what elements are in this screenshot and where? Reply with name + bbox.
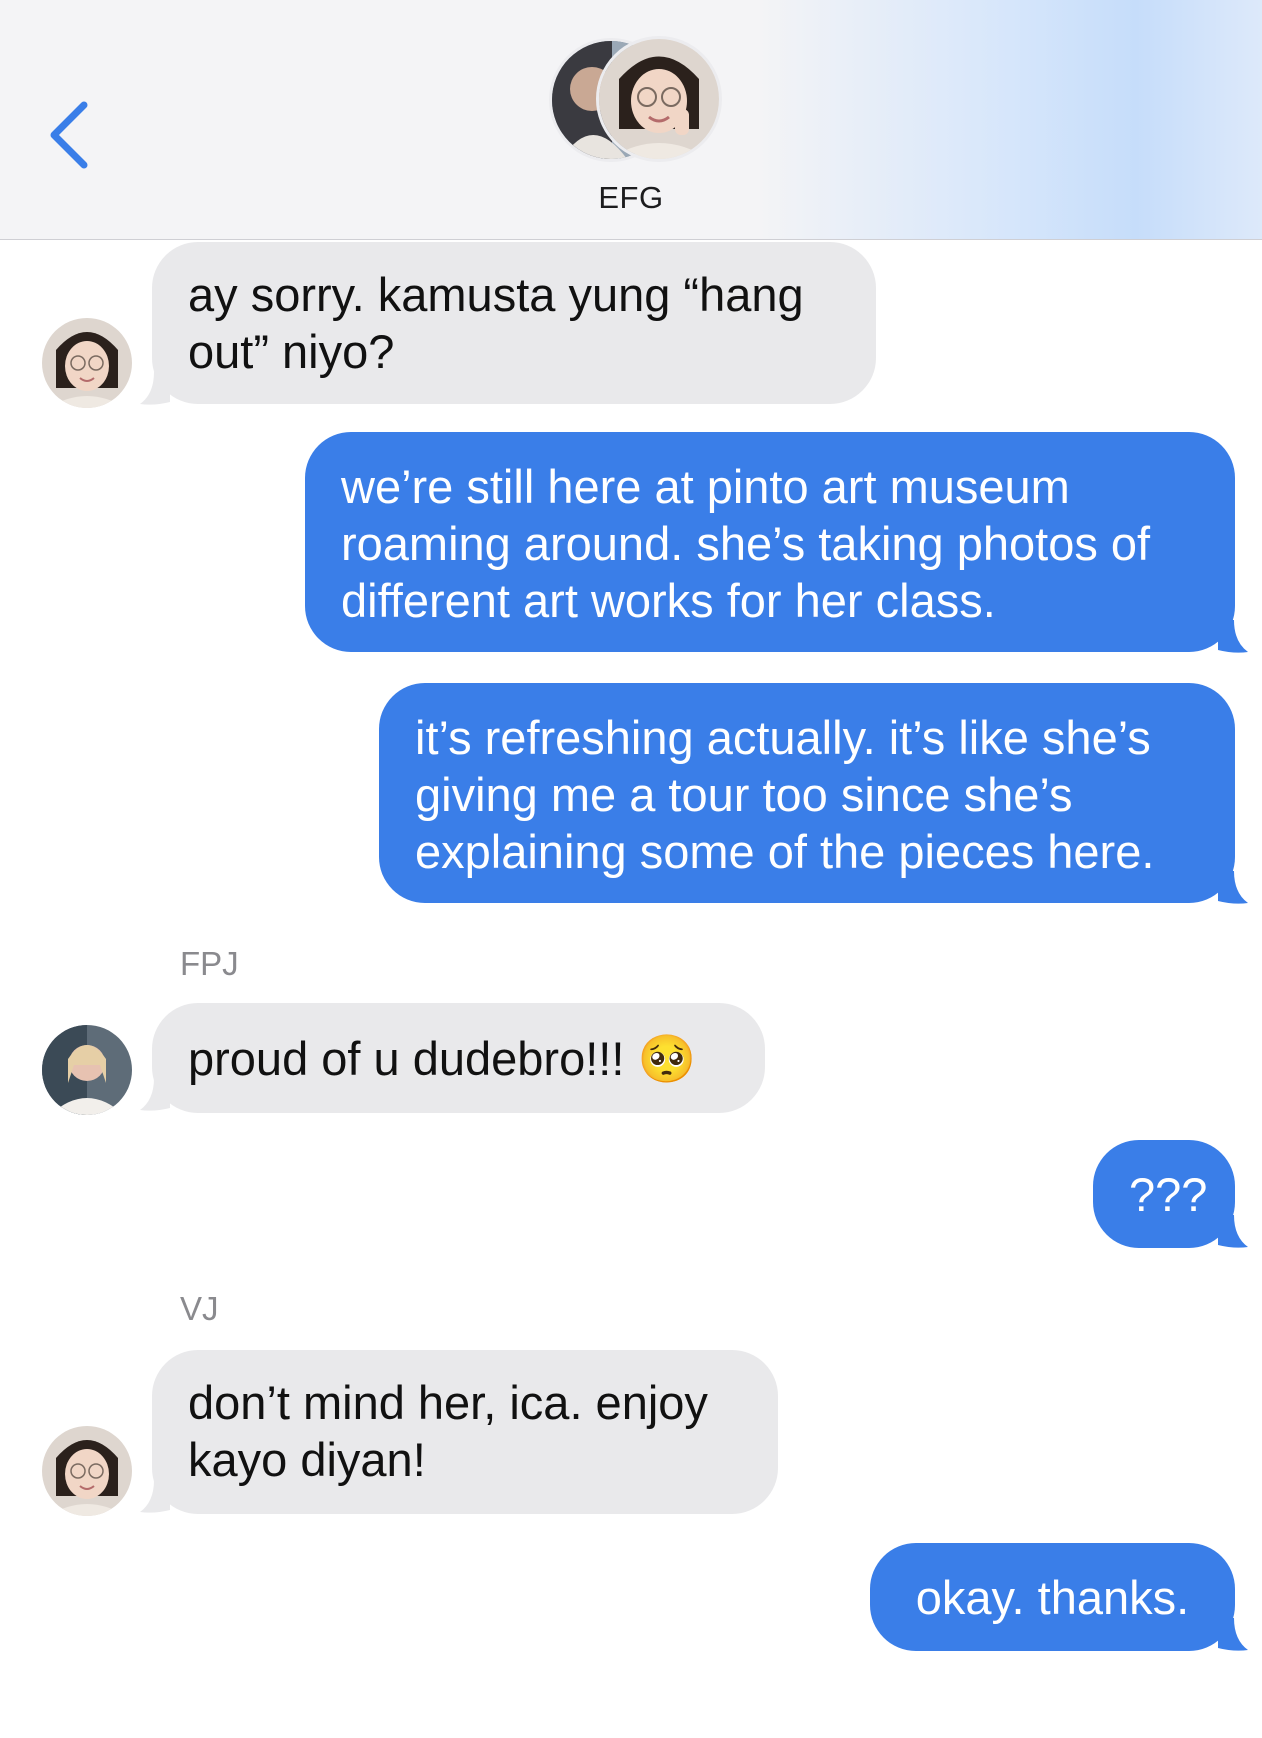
bubble-tail — [1218, 1215, 1248, 1248]
message-bubble-outgoing[interactable]: it’s refreshing actually. it’s like she’… — [379, 683, 1235, 903]
conversation-header: EFG — [0, 0, 1262, 240]
bubble-tail — [1218, 620, 1248, 653]
sender-name: VJ — [180, 1290, 219, 1327]
message-bubble-incoming[interactable]: ay sorry. kamusta yung “hang out” niyo? — [152, 242, 876, 404]
message-bubble-incoming[interactable]: proud of u dudebro!!! 🥺 — [152, 1003, 765, 1113]
message-bubble-incoming[interactable]: don’t mind her, ica. enjoy kayo diyan! — [152, 1350, 778, 1514]
sender-avatar[interactable] — [42, 318, 132, 408]
bubble-tail — [1218, 871, 1248, 904]
member-avatar-vj — [596, 36, 722, 162]
bubble-tail — [1218, 1618, 1248, 1651]
message-bubble-outgoing[interactable]: okay. thanks. — [870, 1543, 1235, 1651]
group-name[interactable]: EFG — [0, 180, 1262, 216]
message-bubble-outgoing[interactable]: we’re still here at pinto art museum roa… — [305, 432, 1235, 652]
group-avatar[interactable] — [549, 36, 739, 164]
chevron-left-icon — [50, 101, 88, 169]
sender-avatar[interactable] — [42, 1025, 132, 1115]
back-button[interactable] — [40, 95, 100, 175]
sender-name: FPJ — [180, 945, 239, 982]
sender-avatar[interactable] — [42, 1426, 132, 1516]
message-bubble-outgoing[interactable]: ??? — [1093, 1140, 1235, 1248]
